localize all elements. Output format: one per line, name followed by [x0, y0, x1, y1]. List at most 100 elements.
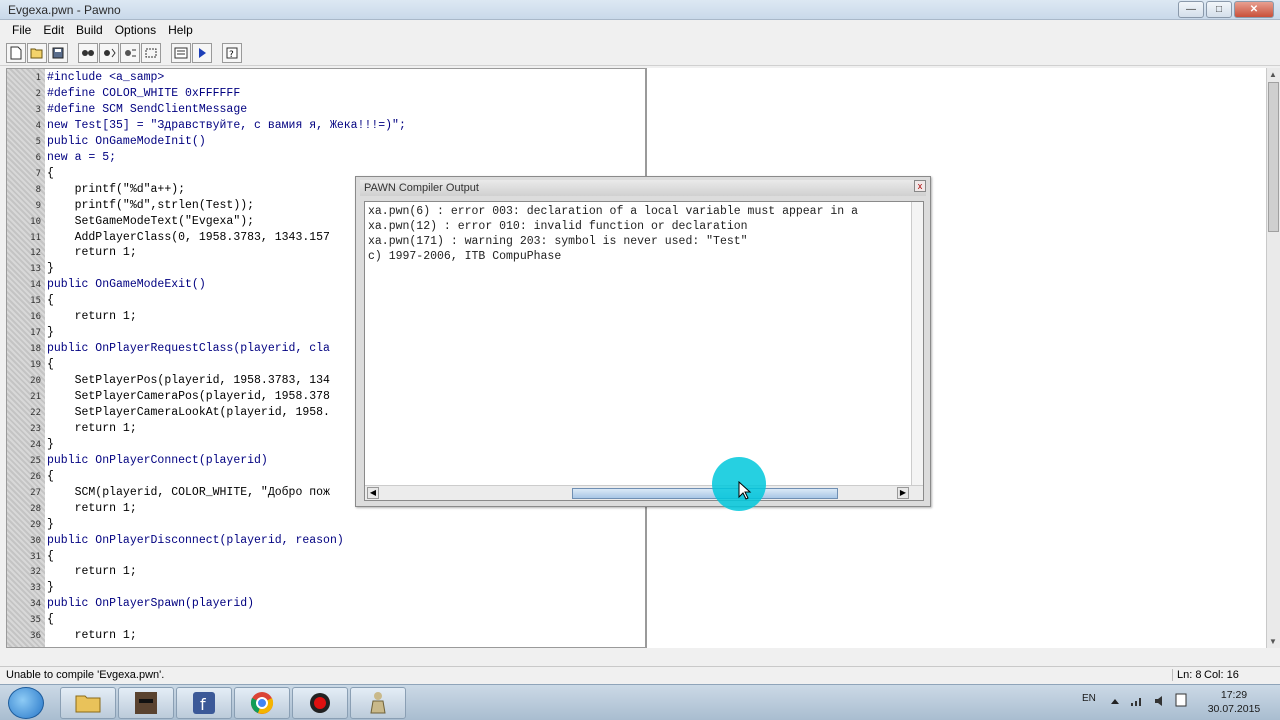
- horizontal-scrollbar-thumb[interactable]: [572, 488, 838, 499]
- goto-icon[interactable]: [141, 42, 161, 63]
- output-vertical-scrollbar[interactable]: [911, 202, 923, 486]
- line-number: 8: [35, 184, 41, 195]
- menu-help[interactable]: Help: [162, 23, 199, 37]
- line-number: 20: [30, 376, 41, 387]
- volume-icon[interactable]: [1154, 695, 1168, 707]
- line-number: 25: [30, 455, 41, 466]
- line-number: 26: [30, 471, 41, 482]
- line-number: 34: [30, 599, 41, 610]
- code-line: public OnGameModeExit(): [47, 278, 206, 292]
- facebook-icon[interactable]: f: [176, 687, 232, 719]
- start-button[interactable]: [8, 687, 44, 719]
- output-line: xa.pwn(171) : warning 203: symbol is nev…: [368, 235, 748, 248]
- dialog-title: PAWN Compiler Output: [364, 182, 479, 194]
- new-file-icon[interactable]: [6, 42, 26, 63]
- language-indicator[interactable]: EN: [1082, 693, 1096, 704]
- system-clock[interactable]: 17:29 30.07.2015: [1196, 688, 1272, 716]
- save-icon[interactable]: [48, 42, 68, 63]
- line-number-gutter: 1 2 3 4 5 6 7 8 9 10 11 12 13 14 15 16 17 18 19 20 21 22 23 24 2…: [7, 69, 45, 647]
- menu-bar: File Edit Build Options Help: [0, 20, 1280, 40]
- scroll-right-icon[interactable]: ▶: [897, 487, 909, 499]
- line-number: 14: [30, 280, 41, 291]
- menu-edit[interactable]: Edit: [37, 23, 70, 37]
- network-icon[interactable]: [1130, 695, 1144, 707]
- code-line: }: [47, 437, 54, 451]
- window-title: Evgexa.pwn - Pawno: [8, 3, 121, 17]
- code-line: public OnPlayerDisconnect(playerid, reas…: [47, 533, 344, 547]
- maximize-button[interactable]: □: [1206, 1, 1232, 18]
- line-number: 11: [30, 232, 41, 243]
- svg-text:?: ?: [229, 50, 234, 59]
- code-line: #define COLOR_WHITE 0xFFFFFF: [47, 86, 241, 100]
- output-line: xa.pwn(6) : error 003: declaration of a …: [368, 205, 858, 218]
- compiler-output-text[interactable]: xa.pwn(6) : error 003: declaration of a …: [364, 201, 924, 501]
- file-explorer-icon[interactable]: [60, 687, 116, 719]
- code-line: SetGameModeText("Evgexa");: [47, 214, 255, 228]
- code-line: return 1;: [47, 501, 137, 515]
- code-line: SetPlayerCameraLookAt(playerid, 1958.: [47, 405, 330, 419]
- line-number: 16: [30, 312, 41, 323]
- line-number: 28: [30, 503, 41, 514]
- line-number: 21: [30, 392, 41, 402]
- line-number: 9: [35, 200, 41, 211]
- code-line: public OnPlayerSpawn(playerid): [47, 597, 255, 611]
- svg-text:f: f: [200, 695, 206, 714]
- line-number: 23: [30, 423, 41, 434]
- open-folder-icon[interactable]: [27, 42, 47, 63]
- line-number: 33: [30, 583, 41, 594]
- minimize-button[interactable]: —: [1178, 1, 1204, 18]
- clock-time: 17:29: [1220, 689, 1248, 701]
- code-line: SCM(playerid, COLOR_WHITE, "Добро пож: [47, 485, 330, 499]
- record-icon[interactable]: [292, 687, 348, 719]
- output-line: xa.pwn(12) : error 010: invalid function…: [368, 220, 748, 233]
- editor-vertical-scrollbar[interactable]: ▲ ▼: [1266, 68, 1280, 648]
- taskbar: f EN 17:29 30.07.2015: [0, 684, 1280, 720]
- line-number: 3: [35, 104, 41, 115]
- compile-run-icon[interactable]: [192, 42, 212, 63]
- replace-icon[interactable]: [120, 42, 140, 63]
- menu-file[interactable]: File: [6, 23, 37, 37]
- function-list-icon[interactable]: [171, 42, 191, 63]
- code-line: {: [47, 549, 54, 563]
- scroll-down-icon[interactable]: ▼: [1269, 637, 1277, 646]
- menu-options[interactable]: Options: [109, 23, 162, 37]
- code-line: new Test[35] = "Здравствуйте, с вамия я,…: [47, 118, 406, 132]
- line-number: 35: [30, 615, 41, 626]
- find-next-icon[interactable]: [99, 42, 119, 63]
- code-line: SetPlayerPos(playerid, 1958.3783, 134: [47, 374, 330, 388]
- window-titlebar: Evgexa.pwn - Pawno — □ ✕: [0, 0, 1280, 20]
- code-line: return 1;: [47, 421, 137, 435]
- scroll-left-icon[interactable]: ◀: [367, 487, 379, 499]
- code-line: }: [47, 517, 54, 531]
- code-line: return 1;: [47, 565, 137, 579]
- dialog-close-button[interactable]: x: [914, 180, 926, 192]
- line-number: 7: [35, 168, 41, 179]
- code-line: return 1;: [47, 246, 137, 260]
- code-line: }: [47, 326, 54, 340]
- game-avatar-icon[interactable]: [118, 687, 174, 719]
- action-center-icon[interactable]: [1174, 693, 1188, 707]
- line-number: 32: [30, 567, 41, 578]
- scroll-up-icon[interactable]: ▲: [1269, 70, 1277, 79]
- close-button[interactable]: ✕: [1234, 1, 1274, 18]
- code-line: public OnPlayerConnect(playerid): [47, 453, 268, 467]
- menu-build[interactable]: Build: [70, 23, 109, 37]
- scrollbar-thumb[interactable]: [1268, 82, 1279, 232]
- code-line: return 1;: [47, 629, 137, 643]
- mouse-cursor-icon: [738, 481, 752, 500]
- code-line: SetPlayerCameraPos(playerid, 1958.378: [47, 390, 330, 403]
- chrome-icon[interactable]: [234, 687, 290, 719]
- pawno-icon[interactable]: [350, 687, 406, 719]
- line-number: 10: [30, 216, 41, 227]
- line-number: 2: [35, 88, 41, 99]
- dialog-titlebar[interactable]: PAWN Compiler Output: [360, 180, 926, 196]
- help-icon[interactable]: ?: [222, 42, 242, 63]
- clock-date: 30.07.2015: [1207, 703, 1261, 715]
- compiler-output-dialog: PAWN Compiler Output x xa.pwn(6) : error…: [355, 176, 931, 507]
- code-line: {: [47, 294, 54, 308]
- show-hidden-icons-icon[interactable]: [1110, 697, 1120, 705]
- line-number: 30: [30, 535, 41, 546]
- find-icon[interactable]: [78, 42, 98, 63]
- output-horizontal-scrollbar[interactable]: ◀ ▶: [365, 485, 923, 500]
- code-line: #define SCM SendClientMessage: [47, 102, 248, 116]
